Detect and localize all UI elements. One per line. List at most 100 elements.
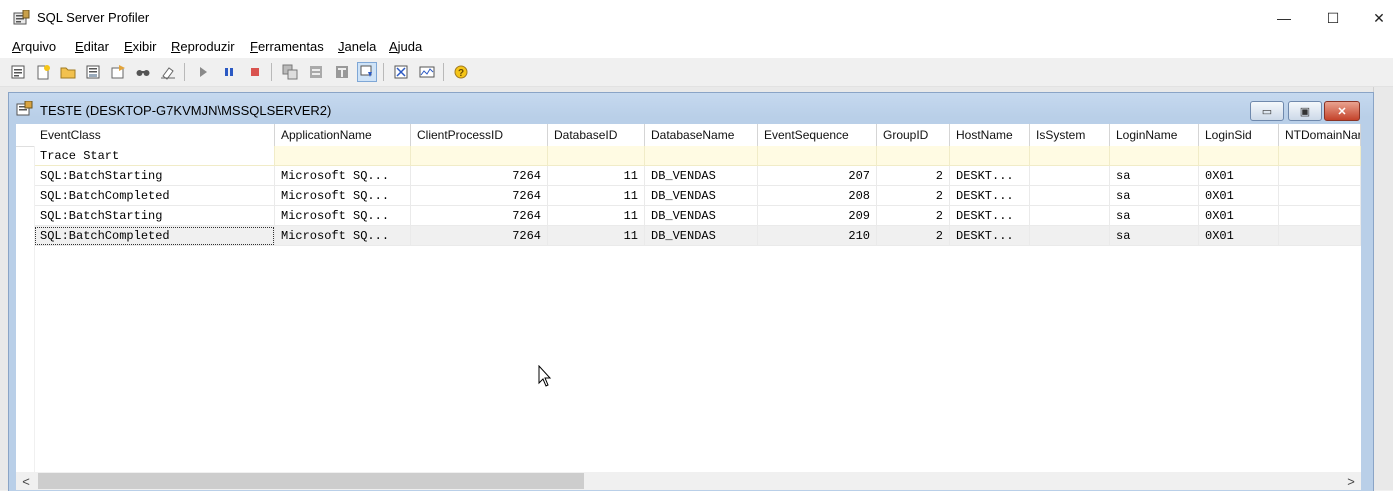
menu-bar: Arquivo Editar Exibir Reproduzir Ferrame… — [0, 36, 1393, 58]
scroll-left-icon[interactable]: < — [18, 473, 34, 489]
help-icon[interactable]: ? — [451, 62, 471, 82]
minimize-button[interactable]: — — [1271, 6, 1297, 30]
trace-window-icon — [16, 101, 33, 116]
cell-loginname: sa — [1110, 166, 1199, 186]
restore-icon: ▣ — [1299, 105, 1311, 118]
column-header[interactable]: EventClass — [34, 124, 275, 146]
perfmon-icon[interactable] — [417, 62, 437, 82]
cell-eventclass: Trace Start — [34, 146, 275, 166]
menu-exibir[interactable]: Exibir — [124, 39, 157, 54]
cell-clientprocessid: 7264 — [411, 226, 548, 246]
cell-hostname — [950, 146, 1030, 166]
column-header[interactable]: ApplicationName — [275, 124, 411, 146]
cell-loginname: sa — [1110, 206, 1199, 226]
column-filter-icon[interactable] — [332, 62, 352, 82]
trace-grid[interactable]: EventClass ApplicationName ClientProcess… — [16, 124, 1361, 474]
mouse-cursor-icon — [538, 365, 552, 387]
toolbar-separator — [383, 63, 384, 81]
horizontal-scrollbar[interactable]: < > — [16, 472, 1361, 490]
cell-groupid: 2 — [877, 186, 950, 206]
column-header[interactable]: NTDomainNar — [1279, 124, 1361, 146]
column-header[interactable]: ClientProcessID — [411, 124, 548, 146]
save-icon[interactable] — [83, 62, 103, 82]
trace-restore-button[interactable]: ▣ — [1288, 101, 1322, 121]
trace-window-title: TESTE (DESKTOP-G7KVMJN\MSSQLSERVER2) — [40, 103, 332, 118]
column-header[interactable]: DatabaseID — [548, 124, 645, 146]
stop-icon[interactable] — [245, 62, 265, 82]
cell-issystem — [1030, 206, 1110, 226]
cell-eventclass: SQL:BatchStarting — [34, 206, 275, 226]
cell-databasename: DB_VENDAS — [645, 226, 758, 246]
close-icon: ✕ — [1337, 105, 1347, 118]
table-row[interactable]: SQL:BatchStarting Microsoft SQ... 7264 11 DB… — [16, 206, 1361, 226]
cell-hostname: DESKT... — [950, 166, 1030, 186]
cell-loginsid — [1199, 146, 1279, 166]
menu-arquivo[interactable]: Arquivo — [12, 39, 56, 54]
cell-loginsid: 0X01 — [1199, 206, 1279, 226]
column-header[interactable]: LoginSid — [1199, 124, 1279, 146]
menu-janela[interactable]: Janela — [338, 39, 376, 54]
autoscroll-icon[interactable] — [357, 62, 377, 82]
cell-databasename: DB_VENDAS — [645, 186, 758, 206]
menu-ferramentas[interactable]: Ferramentas — [250, 39, 324, 54]
cell-issystem — [1030, 146, 1110, 166]
cell-ntdomainnar — [1279, 146, 1361, 166]
column-header[interactable]: GroupID — [877, 124, 950, 146]
trace-close-button[interactable]: ✕ — [1324, 101, 1360, 121]
cell-databaseid: 11 — [548, 186, 645, 206]
toolbar: ? — [0, 58, 1393, 87]
properties-icon[interactable] — [8, 62, 28, 82]
trace-minimize-button[interactable]: ▭ — [1250, 101, 1284, 121]
open-icon[interactable] — [58, 62, 78, 82]
maximize-icon: ☐ — [1326, 9, 1340, 26]
cell-loginname: sa — [1110, 226, 1199, 246]
cell-loginsid: 0X01 — [1199, 166, 1279, 186]
scrollbar-thumb[interactable] — [38, 473, 584, 489]
cell-databaseid: 11 — [548, 166, 645, 186]
menu-ajuda[interactable]: Ajuda — [389, 39, 422, 54]
table-row[interactable]: Trace Start — [16, 146, 1361, 166]
menu-reproduzir[interactable]: Reproduzir — [171, 39, 235, 54]
cell-applicationname: Microsoft SQ... — [275, 186, 411, 206]
cell-hostname: DESKT... — [950, 206, 1030, 226]
toolbar-separator — [271, 63, 272, 81]
cell-issystem — [1030, 226, 1110, 246]
column-header[interactable]: DatabaseName — [645, 124, 758, 146]
cell-eventclass: SQL:BatchCompleted — [34, 226, 275, 246]
toolbar-separator — [184, 63, 185, 81]
mdi-right-edge — [1373, 87, 1393, 490]
new-trace-icon[interactable] — [33, 62, 53, 82]
column-header[interactable]: IsSystem — [1030, 124, 1110, 146]
template-icon[interactable] — [108, 62, 128, 82]
cell-eventsequence: 209 — [758, 206, 877, 226]
table-row[interactable]: SQL:BatchCompleted Microsoft SQ... 7264 11 D… — [16, 226, 1361, 246]
menu-editar[interactable]: Editar — [75, 39, 109, 54]
svg-text:?: ? — [458, 68, 464, 79]
cell-eventsequence: 210 — [758, 226, 877, 246]
scroll-right-icon[interactable]: > — [1343, 473, 1359, 489]
group-icon[interactable] — [280, 62, 300, 82]
cell-clientprocessid: 7264 — [411, 166, 548, 186]
cell-eventsequence: 208 — [758, 186, 877, 206]
column-header[interactable]: LoginName — [1110, 124, 1199, 146]
row-selector-gutter — [34, 146, 35, 474]
table-row[interactable]: SQL:BatchStarting Microsoft SQ... 7264 11 DB… — [16, 166, 1361, 186]
cell-eventclass: SQL:BatchStarting — [34, 166, 275, 186]
import-icon[interactable] — [391, 62, 411, 82]
pause-icon[interactable] — [219, 62, 239, 82]
run-icon[interactable] — [193, 62, 213, 82]
cell-issystem — [1030, 166, 1110, 186]
minimize-icon: — — [1277, 10, 1291, 26]
column-header[interactable]: EventSequence — [758, 124, 877, 146]
table-row[interactable]: SQL:BatchCompleted Microsoft SQ... 7264 11 D… — [16, 186, 1361, 206]
maximize-button[interactable]: ☐ — [1320, 6, 1346, 30]
cell-ntdomainnar — [1279, 226, 1361, 246]
close-button[interactable]: ✕ — [1366, 6, 1392, 30]
clear-icon[interactable] — [158, 62, 178, 82]
cell-databasename: DB_VENDAS — [645, 206, 758, 226]
ungroup-icon[interactable] — [306, 62, 326, 82]
window-title: SQL Server Profiler — [37, 10, 150, 25]
cell-eventclass: SQL:BatchCompleted — [34, 186, 275, 206]
column-header[interactable]: HostName — [950, 124, 1030, 146]
find-icon[interactable] — [133, 62, 153, 82]
